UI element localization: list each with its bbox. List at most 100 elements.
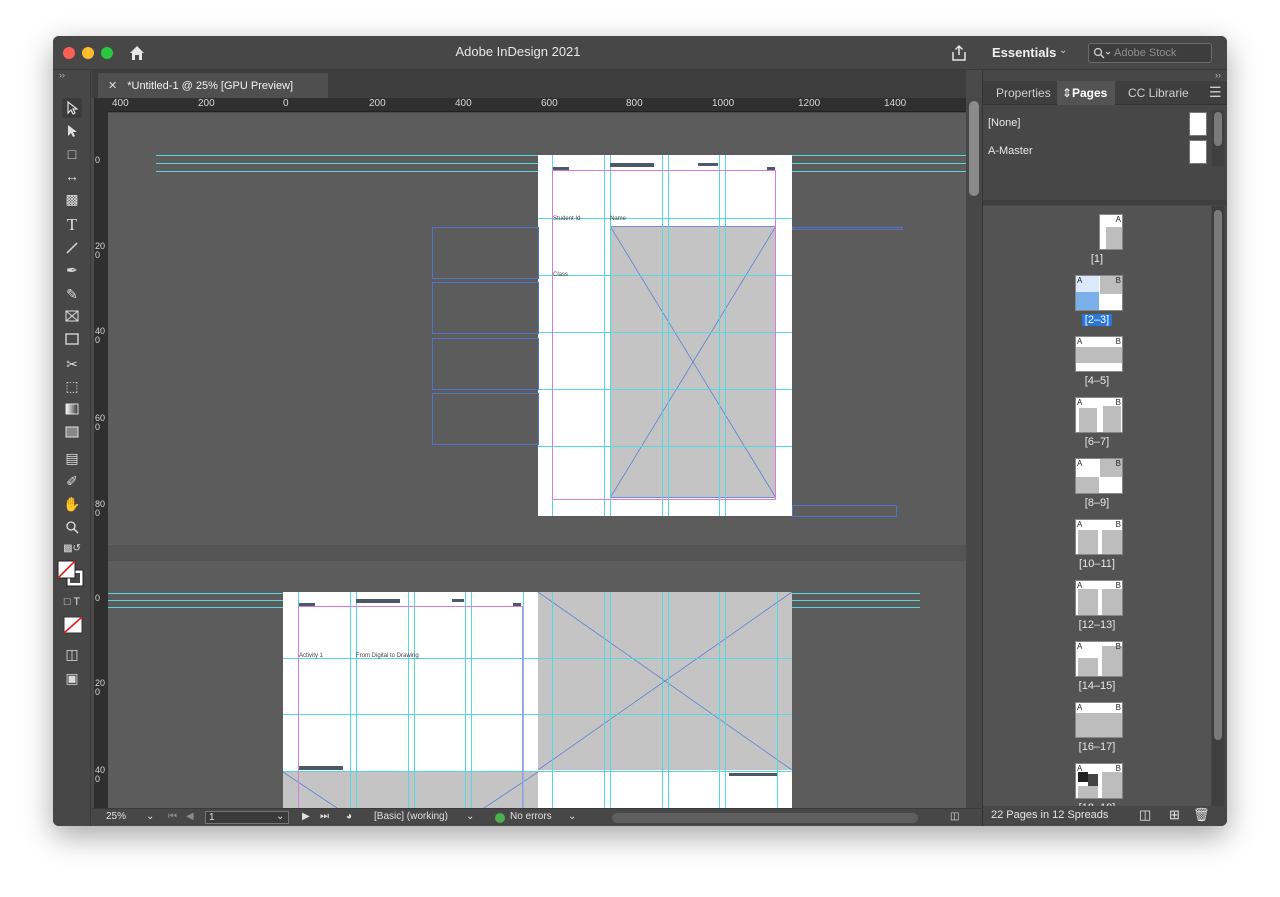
errors-dropdown-icon[interactable]: ⌄ <box>568 811 576 822</box>
spread-thumbnail[interactable]: A B [10–11] <box>983 519 1211 580</box>
document-page[interactable]: Student Id Name Class <box>538 155 792 516</box>
tab-cc-libraries[interactable]: CC Librarie <box>1128 86 1189 100</box>
page-tool-icon[interactable]: □ <box>62 144 82 164</box>
header-bar <box>553 167 569 170</box>
close-tab-icon[interactable]: ✕ <box>108 80 117 92</box>
next-page-icon[interactable]: ▶ <box>302 811 310 822</box>
line-tool-icon[interactable] <box>62 238 82 258</box>
pages-scrollbar[interactable] <box>1212 206 1224 806</box>
text-frame[interactable] <box>792 505 897 517</box>
spread-thumbnail[interactable]: A [1] <box>983 214 1211 275</box>
master-item-a[interactable]: A-Master <box>983 138 1211 166</box>
pages-panel: ›› Properties ⇕ Pages CC Librarie ☰ [Non… <box>982 70 1227 826</box>
spread-thumbnail[interactable]: A B [8–9] <box>983 458 1211 519</box>
tab-pages[interactable]: ⇕ Pages <box>1057 81 1115 105</box>
column-guide <box>552 592 553 808</box>
panel-menu-icon[interactable]: ☰ <box>1209 84 1222 101</box>
collapse-panel-icon[interactable]: ›› <box>1215 70 1221 80</box>
text-frame[interactable] <box>432 227 539 279</box>
zoom-level[interactable]: 25% <box>106 811 126 822</box>
page-dropdown-icon[interactable]: ⌄ <box>276 811 284 822</box>
profile-dropdown-icon[interactable]: ⌄ <box>466 811 474 822</box>
scrollbar-thumb[interactable] <box>969 101 979 196</box>
panel-divider[interactable] <box>983 200 1227 205</box>
view-mode-icon[interactable]: ▣ <box>62 668 82 688</box>
spread-thumbnail[interactable]: A B [16–17] <box>983 702 1211 763</box>
spread-thumbnail[interactable]: A B [2–3] <box>983 275 1211 336</box>
rectangle-frame-tool-icon[interactable] <box>62 306 82 326</box>
vertical-ruler[interactable]: 0 200 400 600 800 0 200 400 <box>94 112 108 808</box>
free-transform-tool-icon[interactable]: ⬚ <box>62 376 82 396</box>
fill-stroke-swatch[interactable] <box>57 560 85 588</box>
page-thumbnail: A B <box>1075 641 1123 677</box>
first-page-icon[interactable]: ⏮ <box>168 811 177 822</box>
text-frame[interactable] <box>432 393 539 445</box>
chevron-down-icon[interactable]: ⌄ <box>1059 45 1067 56</box>
note-tool-icon[interactable]: ▤ <box>62 448 82 468</box>
spread-thumbnail[interactable]: A B [14–15] <box>983 641 1211 702</box>
scrollbar-thumb[interactable] <box>1214 112 1222 146</box>
master-item-none[interactable]: [None] <box>983 110 1211 138</box>
column-guide <box>668 592 669 808</box>
preflight-menu-icon[interactable]: ◕ <box>346 811 352 822</box>
document-page[interactable]: Activity 1 From Digital to Drawing <box>283 592 538 808</box>
scrollbar-thumb[interactable] <box>1214 210 1222 740</box>
formatting-affects-icon[interactable]: □ T <box>62 592 82 612</box>
preflight-errors[interactable]: No errors <box>510 811 552 822</box>
direct-selection-tool-icon[interactable] <box>62 121 82 141</box>
page-thumbnail: A B <box>1075 702 1123 738</box>
spread-thumbnail[interactable]: A B [6–7] <box>983 397 1211 458</box>
image-frame-placeholder <box>538 592 792 770</box>
ruler-origin[interactable] <box>94 98 108 112</box>
ruler-v-label: 400 <box>95 326 106 345</box>
gradient-swatch-tool-icon[interactable] <box>62 399 82 419</box>
canvas-vertical-scrollbar[interactable] <box>966 98 982 808</box>
horizontal-ruler[interactable]: 400 200 0 200 400 600 800 1000 1200 1400 <box>108 98 966 112</box>
zoom-dropdown-icon[interactable]: ⌄ <box>146 811 154 822</box>
document-page[interactable] <box>538 592 792 808</box>
tab-properties[interactable]: Properties <box>996 86 1051 100</box>
type-tool-icon[interactable]: T <box>62 215 82 235</box>
scissors-tool-icon[interactable]: ✂ <box>62 354 82 374</box>
last-page-icon[interactable]: ⏭ <box>320 811 329 822</box>
collapse-icon[interactable]: ›› <box>59 70 65 80</box>
previous-page-icon[interactable]: ◀ <box>186 811 194 822</box>
pages-list[interactable]: A [1] A B [2–3] A B [4–5] A B [6–7] A B … <box>983 206 1211 826</box>
pen-tool-icon[interactable]: ✒ <box>62 260 82 280</box>
workspace-switcher[interactable]: Essentials <box>992 45 1056 60</box>
share-icon[interactable] <box>949 43 969 63</box>
selection-tool-icon[interactable] <box>62 98 82 118</box>
hand-tool-icon[interactable]: ✋ <box>62 494 82 514</box>
screen-mode-icon[interactable]: ◫ <box>62 644 82 664</box>
spread-thumbnail[interactable]: A B [12–13] <box>983 580 1211 641</box>
text-frame[interactable] <box>792 227 903 230</box>
master-label: [None] <box>988 117 1021 129</box>
eyedropper-tool-icon[interactable]: ✐ <box>62 471 82 491</box>
spread-thumbnail[interactable]: A B [4–5] <box>983 336 1211 397</box>
text-frame[interactable] <box>432 338 539 390</box>
delete-page-icon[interactable]: 🗑 <box>1193 807 1210 823</box>
gap-tool-icon[interactable]: ↔ <box>62 166 82 186</box>
canvas-horizontal-scrollbar[interactable] <box>612 813 918 823</box>
spread-label: [6–7] <box>1084 436 1110 448</box>
masters-scrollbar[interactable] <box>1212 110 1224 166</box>
text-frame[interactable] <box>432 282 539 334</box>
pencil-tool-icon[interactable]: ✎ <box>62 284 82 304</box>
content-collector-tool-icon[interactable]: ▩ <box>62 189 82 209</box>
spread-label: [14–15] <box>1078 680 1116 692</box>
pasteboard[interactable]: Student Id Name Class Activity 1 From Di… <box>108 113 966 808</box>
new-page-icon[interactable]: ⊞ <box>1169 807 1180 823</box>
apply-none-icon[interactable] <box>63 616 83 634</box>
gradient-feather-tool-icon[interactable] <box>62 422 82 442</box>
document-tab[interactable]: ✕ *Untitled-1 @ 25% [GPU Preview] <box>98 73 328 98</box>
page-number-field[interactable]: 1 ⌄ <box>205 811 289 824</box>
ruler-v-label: 0 <box>95 593 101 603</box>
default-colors-icon[interactable]: ▩↺ <box>62 538 82 558</box>
zoom-tool-icon[interactable] <box>62 517 82 537</box>
adobe-stock-search[interactable]: Adobe Stock <box>1088 43 1212 63</box>
preflight-profile[interactable]: [Basic] (working) <box>374 811 448 822</box>
rectangle-tool-icon[interactable] <box>62 329 82 349</box>
edit-page-size-icon[interactable]: ◫ <box>1139 807 1151 823</box>
split-layout-icon[interactable]: ◫ <box>950 811 959 822</box>
spread-label: [12–13] <box>1078 619 1116 631</box>
